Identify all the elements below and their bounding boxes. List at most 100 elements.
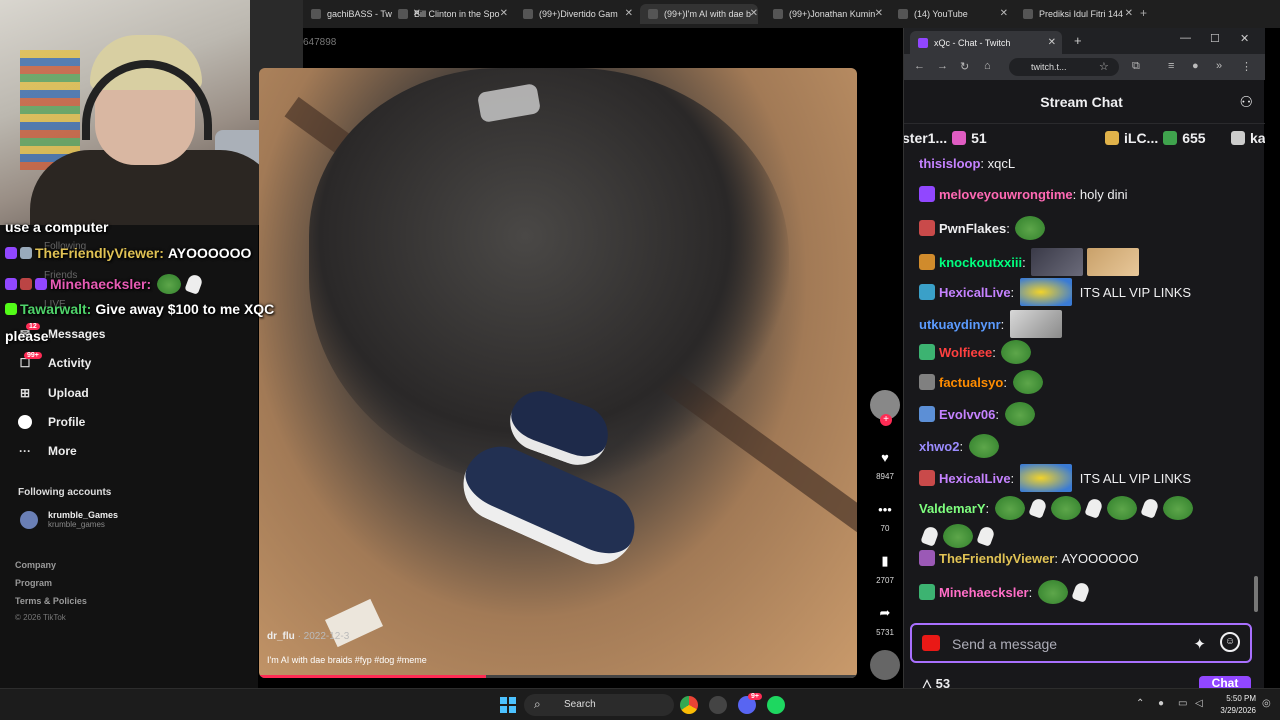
follow-plus-icon[interactable]: + [880,414,892,426]
profile-avatar-icon[interactable]: ● [1192,60,1199,72]
close-tab-icon[interactable]: ✕ [750,8,758,19]
chat-message-list[interactable]: thisisloop: xqcL meloveyouwrongtime: holy… [904,156,1254,618]
new-tab-icon[interactable]: + [1074,33,1082,48]
nav-upload[interactable]: ⊞ Upload [18,386,89,400]
chat-username[interactable]: TheFriendlyViewer [939,551,1054,566]
browser-tab[interactable]: (99+)Jonathan Kumin ✕ [765,4,883,24]
emoji-icon[interactable]: ☺ [1220,632,1240,652]
screen: gachiBASS - Tw ✕ Bill Clinton in the Spo ✕(… [0,0,1280,720]
taskbar-search[interactable]: ⌕ Search [524,694,674,716]
new-tab-icon[interactable]: + [1140,6,1147,20]
chat-message[interactable]: Evolvv06: [919,402,1037,426]
chat-username[interactable]: HexicalLive [939,471,1011,486]
browser-tab[interactable]: (99+)Divertido Gam ✕ [515,4,633,24]
like-button[interactable]: ♥ 8947 [868,444,902,482]
windows-start-icon[interactable] [500,697,516,713]
chat-message[interactable]: HexicalLive: ITS ALL VIP LINKS [919,464,1191,492]
close-tab-icon[interactable]: ✕ [500,8,508,19]
close-window-icon[interactable]: ✕ [1240,32,1249,45]
gift-leader[interactable]: iLC... 655 [1100,130,1206,146]
video-progress-bar[interactable] [259,675,857,678]
gift-leader[interactable]: ka [1226,130,1265,146]
browser-tab[interactable]: (99+)I'm AI with dae b ✕ [640,4,758,24]
chat-username[interactable]: ValdemarY [919,501,986,516]
chat-message[interactable]: utkuaydinynr: [919,310,1064,338]
media-control-icon[interactable]: ≡ [1168,60,1174,72]
footer-company-link[interactable]: Company [15,560,56,570]
creator-avatar-button[interactable]: + [868,390,902,426]
footer-terms-link[interactable]: Terms & Policies [15,596,87,606]
mic-icon[interactable]: ● [1158,698,1164,709]
chat-message[interactable]: factualsyo: [919,370,1045,394]
save-button[interactable]: ▮ 2707 [868,548,902,585]
chat-username[interactable]: utkuaydinynr [919,317,1001,332]
chat-message[interactable]: knockoutxxiii: [919,248,1141,276]
video-author[interactable]: dr_flu · 2022-12-3 [267,631,349,642]
chat-message[interactable]: thisisloop: xqcL [919,156,1015,171]
close-tab-icon[interactable]: ✕ [625,8,633,19]
chat-message[interactable]: ValdemarY: [919,496,1195,520]
chat-message[interactable] [919,524,997,548]
close-tab-icon[interactable]: ✕ [1000,8,1008,19]
browser-tab[interactable]: Bill Clinton in the Spo ✕ [390,4,508,24]
forward-arrow-icon[interactable]: → [937,60,948,72]
comment-button[interactable]: ••• 70 [868,496,902,534]
reload-icon[interactable]: ↻ [960,60,969,73]
close-tab-icon[interactable]: ✕ [875,8,883,19]
system-clock[interactable]: 5:50 PM 3/29/2026 [1212,693,1256,717]
music-disc[interactable] [868,650,902,680]
overflow-chevron-icon[interactable]: » [1216,60,1222,72]
volume-icon[interactable]: ◁ [1195,698,1203,709]
chat-scrollbar-thumb[interactable] [1254,576,1258,612]
close-tab-icon[interactable]: ✕ [1125,8,1133,19]
chat-message[interactable]: meloveyouwrongtime: holy dini [919,186,1128,202]
chat-username[interactable]: xhwo2 [919,439,959,454]
following-account-item[interactable]: krumble_Games krumble_games [20,510,118,529]
chat-username[interactable]: Wolfieee [939,345,992,360]
tiktok-video-player[interactable]: dr_flu · 2022-12-3 I'm AI with dae braid… [259,68,857,678]
browser-tab[interactable]: Prediksi Idul Fitri 144 ✕ [1015,4,1133,24]
bookmark-star-icon[interactable]: ☆ [1099,60,1109,73]
browser-tab[interactable]: (14) YouTube ✕ [890,4,1008,24]
overlay-chat-text: Give away $100 to me XQC [95,301,275,317]
chat-message[interactable]: TheFriendlyViewer: AYOOOOOO [919,550,1139,566]
chat-username[interactable]: Minehaecksler [939,585,1029,600]
notification-bell-icon[interactable]: ◎ [1262,698,1271,709]
network-icon[interactable]: ▭ [1178,698,1187,709]
close-tab-icon[interactable]: ✕ [1048,37,1056,48]
minimize-icon[interactable]: — [1180,32,1191,44]
kebab-menu-icon[interactable]: ⋮ [1241,60,1252,73]
chat-message[interactable]: xhwo2: [919,434,1001,458]
chat-scrollbar[interactable] [1253,156,1259,636]
share-button[interactable]: ➦ 5731 [868,600,902,637]
chat-username[interactable]: factualsyo [939,375,1003,390]
chat-message[interactable]: Minehaecksler: [919,580,1092,604]
chat-window-tab[interactable]: xQc - Chat - Twitch ✕ [910,31,1062,54]
chrome-icon[interactable] [680,696,698,714]
settings-gear-icon[interactable] [709,696,727,714]
chat-username[interactable]: HexicalLive [939,285,1011,300]
chat-message[interactable]: PwnFlakes: [919,216,1047,240]
maximize-icon[interactable]: ☐ [1210,32,1220,45]
extensions-icon[interactable]: ⧉ [1132,60,1140,73]
chat-username[interactable]: meloveyouwrongtime [939,187,1073,202]
spotify-icon[interactable] [767,696,785,714]
chat-username[interactable]: PwnFlakes [939,221,1006,236]
home-icon[interactable]: ⌂ [984,60,991,72]
footer-program-link[interactable]: Program [15,578,52,588]
chat-username[interactable]: Evolvv06 [939,407,995,422]
tray-chevron-icon[interactable]: ⌃ [1136,698,1144,709]
chat-input[interactable]: Send a message ✦ ☺ [910,623,1252,663]
chat-message[interactable]: Wolfieee: [919,340,1033,364]
sparkle-icon[interactable]: ✦ [1193,635,1206,653]
chat-message[interactable]: HexicalLive: ITS ALL VIP LINKS [919,278,1191,306]
nav-profile[interactable]: Profile [18,415,85,429]
back-arrow-icon[interactable]: ← [914,60,925,72]
gift-leader[interactable]: ster1... 51 [904,130,987,146]
pepe-emote-icon [1004,402,1035,426]
community-users-icon[interactable]: ⚇ [1240,93,1253,111]
camera-icon[interactable] [922,635,940,651]
chat-username[interactable]: knockoutxxiii [939,255,1022,270]
chat-username[interactable]: thisisloop [919,156,980,171]
nav-more[interactable]: ··· More [18,444,77,458]
